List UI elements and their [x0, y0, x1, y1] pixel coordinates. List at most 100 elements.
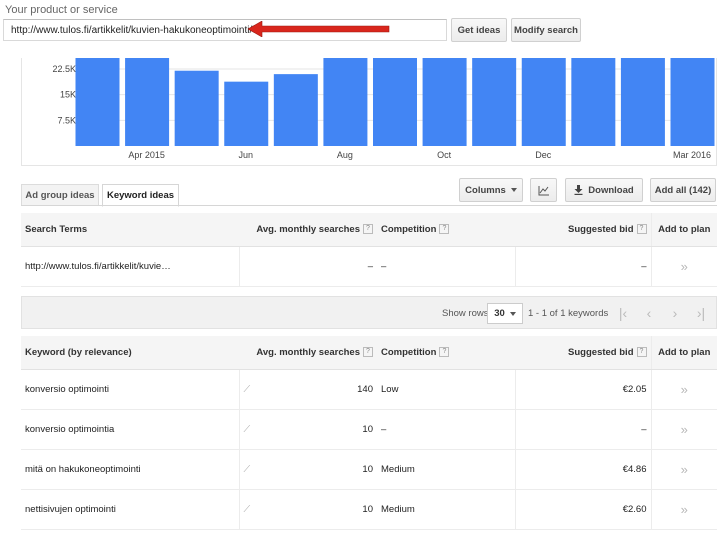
add-to-plan-chevron-icon[interactable]: » — [681, 422, 688, 437]
chart-bar[interactable] — [323, 58, 368, 146]
chart-bar[interactable] — [75, 58, 120, 146]
last-page-icon[interactable]: ›| — [690, 302, 712, 324]
avg-searches-cell: – — [238, 246, 377, 287]
chart-bar[interactable] — [125, 58, 170, 146]
download-label: Download — [588, 184, 634, 196]
keyword-cell: mitä on hakukoneoptimointi — [21, 449, 239, 490]
product-or-service-label: Your product or service — [5, 4, 118, 16]
trend-chart-icon[interactable]: ⟋ — [244, 464, 251, 475]
add-to-plan-chevron-icon[interactable]: » — [681, 462, 688, 477]
chart-bar[interactable] — [373, 58, 417, 146]
show-rows-label: Show rows — [442, 308, 489, 319]
first-page-icon[interactable]: |‹ — [612, 302, 634, 324]
x-tick-label: Oct — [437, 150, 452, 160]
chart-bar[interactable] — [670, 58, 715, 146]
trend-chart-icon[interactable]: ⟋ — [244, 504, 251, 515]
add-all-button[interactable]: Add all (142) — [650, 178, 716, 202]
chart-bar[interactable] — [224, 81, 269, 146]
table-row: mitä on hakukoneoptimointi ⟋ 10 Medium €4… — [21, 449, 717, 490]
x-tick-label: Aug — [337, 150, 353, 160]
x-tick-label: Mar 2016 — [673, 150, 711, 160]
download-button[interactable]: Download — [565, 178, 643, 202]
help-icon[interactable]: ? — [363, 347, 373, 358]
chart-bar[interactable] — [472, 58, 517, 146]
chart-bar[interactable] — [571, 58, 616, 146]
avg-searches-cell: 10 — [362, 463, 373, 475]
header-keyword-by-relevance[interactable]: Keyword (by relevance) — [21, 336, 239, 370]
header-search-terms[interactable]: Search Terms — [21, 213, 239, 247]
suggested-bid-cell: – — [514, 246, 651, 287]
y-tick-label: 22.5K — [52, 64, 76, 74]
competition-cell: Medium — [377, 489, 515, 530]
chart-bar[interactable] — [422, 58, 467, 146]
search-volume-chart: 22.5K 15K 7.5K Apr 2015 Jun Aug Oct Dec Mar 2016 — [52, 58, 715, 160]
previous-page-icon[interactable]: ‹ — [638, 302, 660, 324]
add-to-plan-chevron-icon[interactable]: » — [681, 382, 688, 397]
suggested-bid-cell: – — [514, 409, 651, 450]
table-row: konversio optimointia ⟋ 10 – – » — [21, 409, 717, 450]
keyword-cell: konversio optimointi — [21, 369, 239, 410]
y-tick-label: 7.5K — [57, 115, 76, 125]
help-icon[interactable]: ? — [363, 224, 373, 235]
header-add-to-plan: Add to plan — [650, 336, 717, 370]
suggested-bid-cell: €2.05 — [514, 369, 651, 410]
pagination-bar: Show rows 30 1 - 1 of 1 keywords |‹ ‹ › … — [21, 296, 717, 329]
help-icon[interactable]: ? — [636, 224, 647, 235]
trend-chart-icon[interactable]: ⟋ — [244, 424, 251, 435]
competition-cell: Low — [377, 369, 515, 410]
modify-search-button[interactable]: Modify search — [511, 18, 581, 42]
rows-per-page-value: 30 — [494, 308, 505, 319]
x-tick-label: Jun — [238, 150, 253, 160]
table-row: nettisivujen optimointi ⟋ 10 Medium €2.60… — [21, 489, 717, 530]
header-avg-monthly-searches[interactable]: Avg. monthly searches? — [239, 336, 377, 370]
red-arrow-annotation-icon — [248, 21, 390, 37]
x-tick-label: Apr 2015 — [128, 150, 165, 160]
table-row: http://www.tulos.fi/artikkelit/kuvie… – … — [21, 246, 717, 287]
avg-searches-cell: 10 — [362, 503, 373, 515]
tab-keyword-ideas[interactable]: Keyword ideas — [102, 184, 179, 207]
chart-bar[interactable] — [273, 74, 318, 146]
search-terms-table: Search Terms Avg. monthly searches? Comp… — [21, 213, 717, 287]
help-icon[interactable]: ? — [636, 347, 647, 358]
avg-searches-cell: 10 — [362, 423, 373, 435]
pagination-range: 1 - 1 of 1 keywords — [528, 308, 609, 319]
chevron-down-icon — [509, 311, 516, 316]
help-icon[interactable]: ? — [439, 347, 450, 358]
header-suggested-bid[interactable]: Suggested bid? — [515, 213, 651, 247]
columns-label: Columns — [465, 184, 506, 196]
header-competition[interactable]: Competition? — [377, 336, 515, 370]
keyword-ideas-table: Keyword (by relevance) Avg. monthly sear… — [21, 336, 717, 530]
chart-bar[interactable] — [174, 70, 219, 146]
suggested-bid-cell: €2.60 — [514, 489, 651, 530]
search-term-cell: http://www.tulos.fi/artikkelit/kuvie… — [21, 246, 239, 287]
chart-bar[interactable] — [521, 58, 566, 146]
next-page-icon[interactable]: › — [664, 302, 686, 324]
chevron-down-icon — [510, 188, 517, 192]
keyword-cell: konversio optimointia — [21, 409, 239, 450]
header-add-to-plan: Add to plan — [650, 213, 717, 247]
download-icon — [574, 185, 583, 195]
keyword-header-row: Keyword (by relevance) Avg. monthly sear… — [21, 336, 717, 370]
search-terms-header-row: Search Terms Avg. monthly searches? Comp… — [21, 213, 717, 247]
suggested-bid-cell: €4.86 — [514, 449, 651, 490]
get-ideas-button[interactable]: Get ideas — [451, 18, 507, 42]
keyword-cell: nettisivujen optimointi — [21, 489, 239, 530]
add-to-plan-chevron-icon[interactable]: » — [681, 259, 688, 274]
header-avg-monthly-searches[interactable]: Avg. monthly searches? — [239, 213, 377, 247]
tab-ad-group-ideas[interactable]: Ad group ideas — [21, 184, 99, 206]
competition-cell: – — [377, 409, 515, 450]
line-chart-icon — [538, 185, 549, 195]
x-tick-label: Dec — [535, 150, 552, 160]
trend-chart-icon[interactable]: ⟋ — [244, 384, 251, 395]
header-competition[interactable]: Competition? — [377, 213, 515, 247]
rows-per-page-select[interactable]: 30 — [487, 303, 523, 324]
columns-button[interactable]: Columns — [459, 178, 523, 202]
competition-cell: – — [377, 246, 515, 287]
help-icon[interactable]: ? — [439, 224, 450, 235]
chart-toggle-button[interactable] — [530, 178, 557, 202]
chart-bar[interactable] — [620, 58, 665, 146]
y-tick-label: 15K — [60, 90, 76, 100]
avg-searches-cell: 140 — [357, 383, 373, 395]
header-suggested-bid[interactable]: Suggested bid? — [515, 336, 651, 370]
add-to-plan-chevron-icon[interactable]: » — [681, 502, 688, 517]
